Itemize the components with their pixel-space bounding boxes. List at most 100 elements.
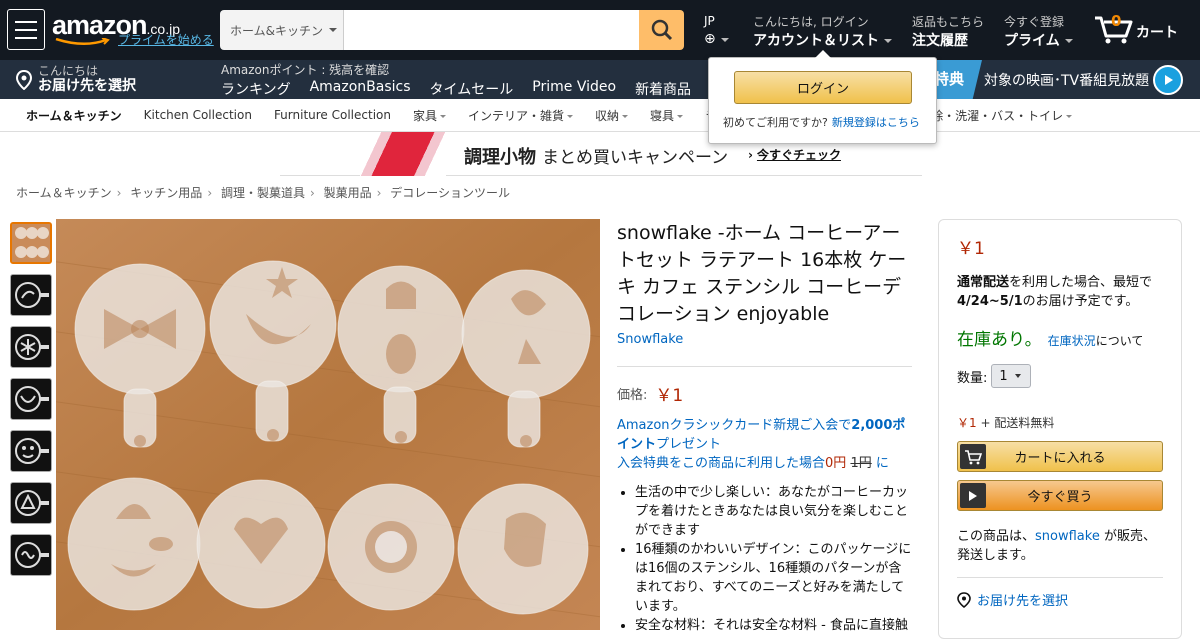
card-benefit-tail: に: [875, 456, 889, 471]
sub-nav-link-amazonbasics[interactable]: AmazonBasics: [310, 79, 411, 99]
category-bar: ホーム＆キッチン Kitchen Collection Furniture Co…: [0, 99, 1200, 132]
seller-link[interactable]: snowflake: [1035, 529, 1100, 544]
cart-button[interactable]: 0 カート: [1094, 12, 1178, 44]
prime-label: プライム: [1004, 33, 1060, 49]
thumbnail-7[interactable]: [10, 534, 52, 576]
select-address[interactable]: お届け先を選択: [957, 590, 1163, 609]
category-interior[interactable]: インテリア・雑貨: [468, 107, 574, 124]
thumbnail-1[interactable]: [10, 222, 52, 264]
category-home-kitchen[interactable]: ホーム＆キッチン: [26, 107, 122, 124]
product-price: ￥1: [655, 386, 684, 406]
account-menu[interactable]: こんにちは, ログイン アカウント＆リスト: [753, 13, 892, 50]
category-kitchen-collection[interactable]: Kitchen Collection: [144, 108, 252, 122]
thumbnail-2[interactable]: [10, 274, 52, 316]
deliver-select-label: お届け先を選択: [38, 78, 136, 94]
shipping-text: を利用した場合、最短で: [1009, 275, 1153, 290]
deliver-to[interactable]: こんにちは お届け先を選択: [16, 65, 136, 94]
category-bedding[interactable]: 寝具: [650, 107, 684, 124]
register-link[interactable]: 新規登録はこちら: [832, 116, 920, 129]
chevron-down-icon: [567, 114, 574, 118]
search-button[interactable]: [639, 10, 684, 50]
language-code: JP: [704, 14, 715, 28]
chevron-down-icon: [440, 114, 446, 118]
thumbnail-5[interactable]: [10, 430, 52, 472]
orders-label: 注文履歴: [912, 33, 968, 49]
cart-count: 0: [1111, 12, 1122, 30]
prime-start-link[interactable]: プライムを始める: [118, 31, 214, 48]
add-to-cart-button[interactable]: カートに入れる: [957, 441, 1163, 472]
chevron-right-icon: ›: [748, 148, 753, 162]
select-address-link[interactable]: お届け先を選択: [977, 590, 1068, 609]
category-label: 寝具: [650, 108, 675, 123]
chevron-down-icon: [677, 114, 684, 118]
product-title: snowflake -ホーム コーヒーアートセット ラテアート 16本枚 ケーキ…: [617, 222, 907, 325]
brand-link[interactable]: Snowflake: [617, 332, 912, 347]
language-selector[interactable]: JP ⊕: [704, 14, 729, 47]
category-label: 家具: [412, 108, 437, 123]
thumbnail-6[interactable]: [10, 482, 52, 524]
orders-link[interactable]: 返品もこちら 注文履歴: [912, 13, 984, 50]
chevron-down-icon: [1014, 374, 1021, 378]
buybox-price: ￥1: [957, 239, 985, 259]
prime-video-banner[interactable]: 特典 対象の映画･TV番組見放題: [920, 60, 1200, 99]
card-benefit-text: 入会特典をこの商品に利用した場合: [617, 456, 826, 471]
total-price: ￥1: [957, 416, 977, 430]
breadcrumb-item[interactable]: キッチン用品: [130, 186, 202, 200]
feature-bullet: 16種類のかわいいデザイン：このパッケージには16個のステンシル、16種類のパタ…: [635, 540, 912, 616]
location-pin-icon: [16, 69, 32, 90]
category-furniture[interactable]: 家具: [413, 107, 446, 124]
product-main-image[interactable]: [56, 219, 600, 630]
sub-nav-link-prime-video[interactable]: Prime Video: [532, 79, 616, 99]
breadcrumb-item[interactable]: デコレーションツール: [390, 186, 510, 200]
breadcrumb-item[interactable]: 製菓用品: [324, 186, 372, 200]
buy-box: ￥1 通常配送を利用した場合、最短で 4/24~5/1のお届け予定です。 在庫あ…: [938, 219, 1182, 639]
breadcrumb-item[interactable]: 調理・製菓道具: [221, 186, 305, 200]
sub-nav-link-new[interactable]: 新着商品: [635, 79, 691, 99]
account-greeting: こんにちは, ログイン: [753, 15, 869, 29]
chevron-right-icon: ›: [376, 186, 382, 200]
shipping-type: 通常配送: [957, 275, 1010, 290]
login-button[interactable]: ログイン: [734, 71, 912, 104]
promo-title: 調理小物: [464, 147, 536, 168]
search-input[interactable]: [344, 10, 639, 50]
category-storage[interactable]: 収納: [595, 107, 629, 124]
divider: [617, 366, 912, 367]
price-label: 価格:: [617, 388, 648, 403]
chevron-down-icon: [329, 28, 337, 32]
returns-label: 返品もこちら: [912, 15, 985, 29]
quantity-select[interactable]: 1: [991, 364, 1032, 388]
category-label: 掃除・洗濯・バス・トイレ: [919, 108, 1064, 123]
free-shipping-text: + 配送料無料: [980, 416, 1055, 430]
search-bar: ホーム&キッチン: [220, 10, 684, 50]
stock-link[interactable]: 在庫状況: [1048, 334, 1096, 348]
feature-bullet: 生活の中で少し楽しい：あなたがコーヒーカップを着けたときあなたは良い気分を楽しむ…: [635, 483, 912, 540]
thumbnail-3[interactable]: [10, 326, 52, 368]
sub-nav-link-ranking[interactable]: ランキング: [221, 79, 291, 99]
delivery-tail: のお届け予定です。: [1022, 294, 1139, 309]
breadcrumb-item[interactable]: ホーム＆キッチン: [16, 186, 112, 200]
menu-icon[interactable]: [7, 9, 45, 50]
sub-nav-link-timesale[interactable]: タイムセール: [430, 79, 514, 99]
add-to-cart-label: カートに入れる: [1014, 451, 1106, 466]
quantity-value: 1: [999, 368, 1008, 384]
amazon-logo[interactable]: amazon.co.jp プライムを始める: [52, 10, 214, 47]
search-category-select[interactable]: ホーム&キッチン: [220, 10, 344, 50]
category-furniture-collection[interactable]: Furniture Collection: [274, 108, 391, 122]
thumbnail-4[interactable]: [10, 378, 52, 420]
category-cleaning[interactable]: 掃除・洗濯・バス・トイレ: [919, 107, 1073, 124]
chevron-down-icon: [720, 37, 729, 42]
prime-menu[interactable]: 今すぐ登録 プライム: [1004, 13, 1073, 50]
category-label: インテリア・雑貨: [468, 108, 565, 123]
seller-info: この商品は、snowflake が販売、発送します。: [957, 527, 1163, 565]
chevron-down-icon: [1064, 39, 1073, 43]
location-pin-icon: [957, 591, 971, 608]
buy-now-button[interactable]: 今すぐ買う: [957, 480, 1163, 511]
play-icon: [1153, 64, 1184, 95]
card-promo[interactable]: Amazonクラシックカード新規ご入会で2,000ポイントプレゼント 入会特典を…: [617, 416, 912, 473]
card-benefit-original-price: 1円: [850, 456, 872, 471]
promo-cta-link[interactable]: 今すぐチェック: [757, 148, 841, 162]
points-balance-link[interactable]: Amazonポイント : 残高を確認: [221, 61, 389, 78]
chevron-right-icon: ›: [309, 186, 315, 200]
product-info: snowflake -ホーム コーヒーアートセット ラテアート 16本枚 ケーキ…: [617, 220, 912, 635]
globe-icon: ⊕: [704, 31, 716, 47]
